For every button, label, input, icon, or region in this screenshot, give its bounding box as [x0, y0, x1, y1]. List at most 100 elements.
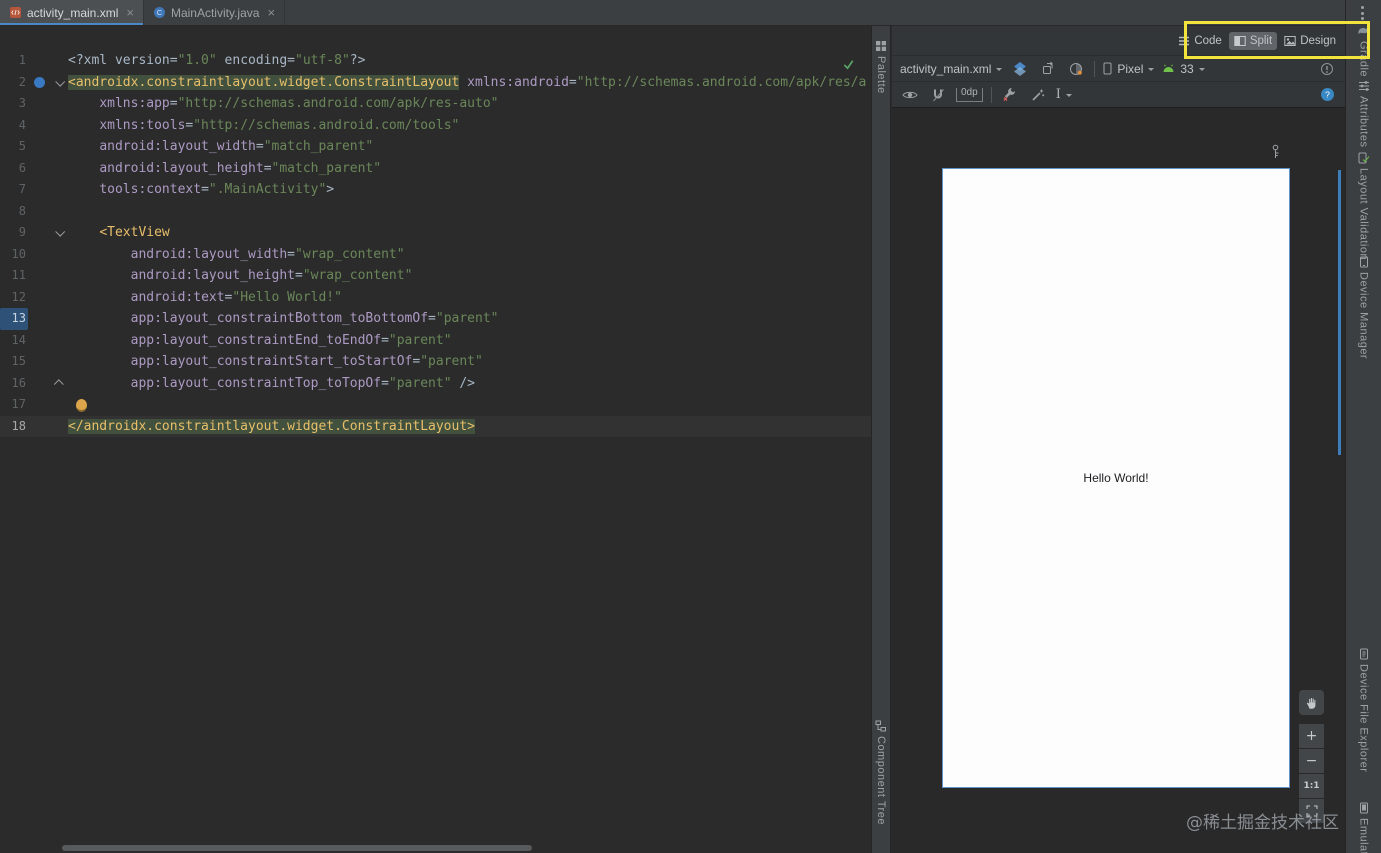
code-segment: xmlns:app [99, 96, 170, 111]
line-number[interactable]: 10 [0, 244, 28, 266]
design-surface[interactable]: Hello World! + − 1:1 @稀土掘金技术社区 [892, 108, 1345, 853]
more-vertical-icon[interactable] [1361, 6, 1364, 20]
tool-window-device-file-explorer[interactable]: Device File Explorer [1346, 648, 1381, 772]
fold-icon[interactable] [54, 76, 65, 87]
design-view-button[interactable]: Design [1279, 32, 1341, 50]
line-number[interactable]: 8 [0, 201, 28, 223]
palette-tab[interactable]: Palette [872, 40, 890, 94]
line-number[interactable]: 18 [0, 416, 28, 438]
line-number[interactable]: 7 [0, 179, 28, 201]
preview-screen[interactable]: Hello World! [942, 168, 1290, 788]
zoom-in-button[interactable]: + [1299, 724, 1324, 748]
tool-window-gradle[interactable]: Gradle [1346, 24, 1381, 77]
line-number[interactable]: 3 [0, 93, 28, 115]
code-line[interactable]: 7 tools:context=".MainActivity"> [0, 179, 871, 201]
theme-icon[interactable] [1066, 59, 1086, 79]
tool-window-emulator[interactable]: Emulator [1346, 802, 1381, 853]
code-line[interactable]: 5 android:layout_width="match_parent" [0, 136, 871, 158]
code-line[interactable]: 2 <androidx.constraintlayout.widget.Const… [0, 72, 871, 94]
code-line[interactable]: 3 xmlns:app="http://schemas.android.com/… [0, 93, 871, 115]
fold-icon[interactable] [54, 227, 65, 237]
code-view-button[interactable]: Code [1173, 32, 1227, 50]
line-number[interactable]: 14 [0, 330, 28, 352]
line-number[interactable]: 2 [0, 72, 28, 94]
code-line[interactable]: 8 [0, 201, 871, 223]
tool-window-label: Gradle [1357, 41, 1370, 78]
line-number[interactable]: 1 [0, 50, 28, 72]
api-selector[interactable]: 33 [1162, 62, 1205, 76]
code-line[interactable]: 15 app:layout_constraintStart_toStartOf=… [0, 351, 871, 373]
code-line[interactable]: 17 [0, 394, 871, 416]
tool-window-device-manager[interactable]: Device Manager [1346, 256, 1381, 359]
code-line[interactable]: 6 android:layout_height="match_parent" [0, 158, 871, 180]
zoom-out-button[interactable]: − [1299, 749, 1324, 773]
zoom-100-button[interactable]: 1:1 [1299, 774, 1324, 798]
file-selector[interactable]: activity_main.xml [900, 62, 1003, 76]
infer-constraints-wand-icon[interactable] [1028, 85, 1048, 105]
help-icon[interactable]: ? [1317, 85, 1337, 105]
code-line[interactable]: 11 android:layout_height="wrap_content" [0, 265, 871, 287]
code-line[interactable]: 4 xmlns:tools="http://schemas.android.co… [0, 115, 871, 137]
line-number[interactable]: 11 [0, 265, 28, 287]
close-icon[interactable]: × [267, 6, 275, 19]
tool-window-label: Device File Explorer [1357, 664, 1370, 773]
code-line[interactable]: 12 android:text="Hello World!" [0, 287, 871, 309]
autoconnect-magnet-icon[interactable] [928, 85, 948, 105]
design-scrollbar[interactable] [1338, 170, 1341, 455]
line-number[interactable]: 12 [0, 287, 28, 309]
preview-hello-world-text[interactable]: Hello World! [1083, 471, 1148, 485]
line-number[interactable]: 4 [0, 115, 28, 137]
code-line[interactable]: 16 app:layout_constraintTop_toTopOf="par… [0, 373, 871, 395]
line-number[interactable]: 9 [0, 222, 28, 244]
clear-constraints-icon[interactable] [1000, 85, 1020, 105]
line-number[interactable]: 6 [0, 158, 28, 180]
line-number[interactable]: 5 [0, 136, 28, 158]
fold-icon[interactable] [53, 379, 64, 389]
tab-activity-main-xml[interactable]: activity_main.xml × [0, 0, 144, 25]
tool-window-attributes[interactable]: Attributes [1346, 80, 1381, 147]
tab-mainactivity-java[interactable]: C MainActivity.java × [144, 0, 286, 25]
tool-window-layout-validation[interactable]: Layout Validation [1346, 152, 1381, 260]
code-line[interactable]: 13 app:layout_constraintBottom_toBottomO… [0, 308, 871, 330]
intention-bulb-icon[interactable] [76, 399, 87, 412]
chevron-down-icon [1065, 93, 1072, 100]
tab-label: activity_main.xml [27, 5, 119, 20]
device-selector[interactable]: Pixel [1103, 62, 1155, 76]
default-margin-selector[interactable]: 0dp [956, 87, 983, 102]
close-icon[interactable]: × [126, 6, 134, 19]
orientation-icon[interactable] [1038, 59, 1058, 79]
split-view-button[interactable]: Split [1228, 31, 1278, 50]
code-line[interactable]: 1 <?xml version="1.0" encoding="utf-8"?> [0, 50, 871, 72]
inspections-ok-icon[interactable] [842, 58, 855, 71]
code-line[interactable]: 10 android:layout_width="wrap_content" [0, 244, 871, 266]
code-segment: "http://schemas.android.com/apk/res-auto… [177, 96, 499, 111]
code-segment: = [428, 311, 436, 326]
component-tree-tab[interactable]: Component Tree [872, 720, 890, 825]
design-surface-icon[interactable] [1010, 59, 1030, 79]
split-view-icon [1234, 35, 1246, 47]
pan-button[interactable] [1299, 690, 1324, 715]
component-icon[interactable] [33, 76, 45, 88]
view-options-eye-icon[interactable] [900, 85, 920, 105]
code-text [68, 394, 871, 416]
code-segment: xmlns:android [467, 74, 569, 90]
horizontal-scrollbar[interactable] [0, 845, 871, 852]
attributes-icon [1358, 80, 1370, 92]
code-editor[interactable]: 1 <?xml version="1.0" encoding="utf-8"?> 2… [0, 26, 871, 853]
line-number[interactable]: 16 [0, 373, 28, 395]
scrollbar-thumb[interactable] [62, 845, 532, 851]
line-number[interactable]: 13 [0, 308, 28, 330]
line-number[interactable]: 15 [0, 351, 28, 373]
issues-icon[interactable] [1317, 59, 1337, 79]
gutter-icon-slot [28, 330, 50, 352]
line-number[interactable]: 17 [0, 394, 28, 416]
code-view-icon [1178, 35, 1190, 47]
align-selector[interactable]: I [1056, 88, 1072, 101]
code-line[interactable]: 14 app:layout_constraintEnd_toEndOf="par… [0, 330, 871, 352]
code-text: <TextView [68, 222, 871, 244]
code-line[interactable]: 18 </androidx.constraintlayout.widget.Con… [0, 415, 871, 438]
code-segment: <TextView [99, 225, 170, 240]
code-line[interactable]: 9 <TextView [0, 222, 871, 244]
